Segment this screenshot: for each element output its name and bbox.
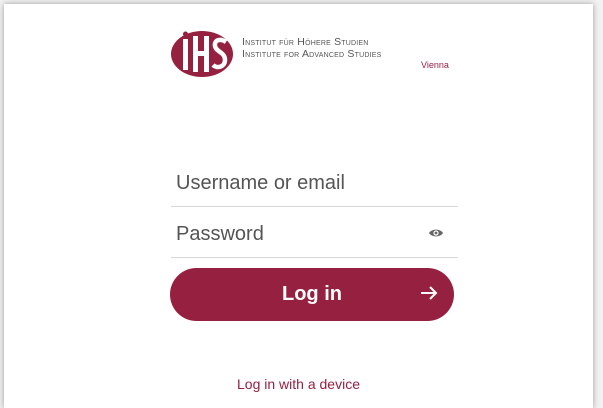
institute-logo: Institut für Höhere Studien Institute fo… [170,30,460,80]
institute-city: Vienna [421,60,449,70]
login-button[interactable]: Log in [170,268,454,321]
login-card: Institut für Höhere Studien Institute fo… [4,4,593,408]
institute-name-english: Institute for Advanced Studies [242,48,382,60]
login-with-device-link[interactable]: Log in with a device [4,376,593,392]
username-field [171,160,458,207]
arrow-right-icon [421,286,438,300]
eye-icon[interactable] [428,225,444,241]
password-field [171,211,458,258]
login-button-label: Log in [282,283,342,305]
username-input[interactable] [176,166,416,200]
institute-name-german: Institut für Höhere Studien [242,36,369,48]
password-input[interactable] [176,217,416,251]
ihs-logo-icon [171,31,233,77]
